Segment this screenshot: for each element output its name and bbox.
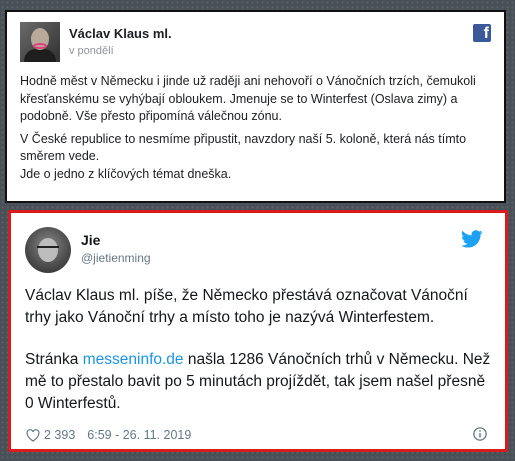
tweet-author-handle[interactable]: @jietienming — [81, 251, 151, 265]
tweet-card: Jie @jietienming Václav Klaus ml. píše, … — [8, 210, 508, 452]
tweet-paragraph: Václav Klaus ml. píše, že Německo přestá… — [25, 287, 468, 326]
post-timestamp[interactable]: v pondělí — [69, 45, 114, 57]
messeninfo-link[interactable]: messeninfo.de — [83, 351, 184, 368]
post-paragraph: Jde o jedno z klíčových témat dneška. — [20, 166, 232, 181]
facebook-logo-icon: f — [473, 24, 491, 42]
tweet-footer: 2 393 6:59 - 26. 11. 2019 — [26, 428, 191, 442]
post-body: Hodně měst v Německu i jinde už raději a… — [20, 73, 500, 188]
facebook-post-card: Václav Klaus ml. v pondělí f Hodně měst … — [5, 10, 506, 203]
heart-icon[interactable] — [26, 428, 40, 442]
author-avatar[interactable] — [20, 22, 60, 62]
post-author-name[interactable]: Václav Klaus ml. — [69, 26, 172, 41]
tweet-author-name[interactable]: Jie — [81, 232, 100, 248]
tweet-datetime[interactable]: 6:59 - 26. 11. 2019 — [87, 428, 191, 442]
like-count[interactable]: 2 393 — [44, 428, 75, 442]
post-paragraph: Hodně měst v Německu i jinde už raději a… — [20, 74, 476, 123]
info-icon[interactable] — [473, 427, 487, 441]
twitter-bird-icon[interactable] — [461, 230, 483, 248]
lips-sticker-icon — [33, 43, 47, 49]
tweet-text: Václav Klaus ml. píše, že Německo přestá… — [25, 285, 495, 435]
tweet-author-avatar[interactable] — [25, 227, 71, 273]
post-paragraph: V České republice to nesmíme připustit, … — [20, 131, 467, 164]
tweet-paragraph: Stránka messeninfo.de našla 1286 Vánoční… — [25, 351, 491, 412]
